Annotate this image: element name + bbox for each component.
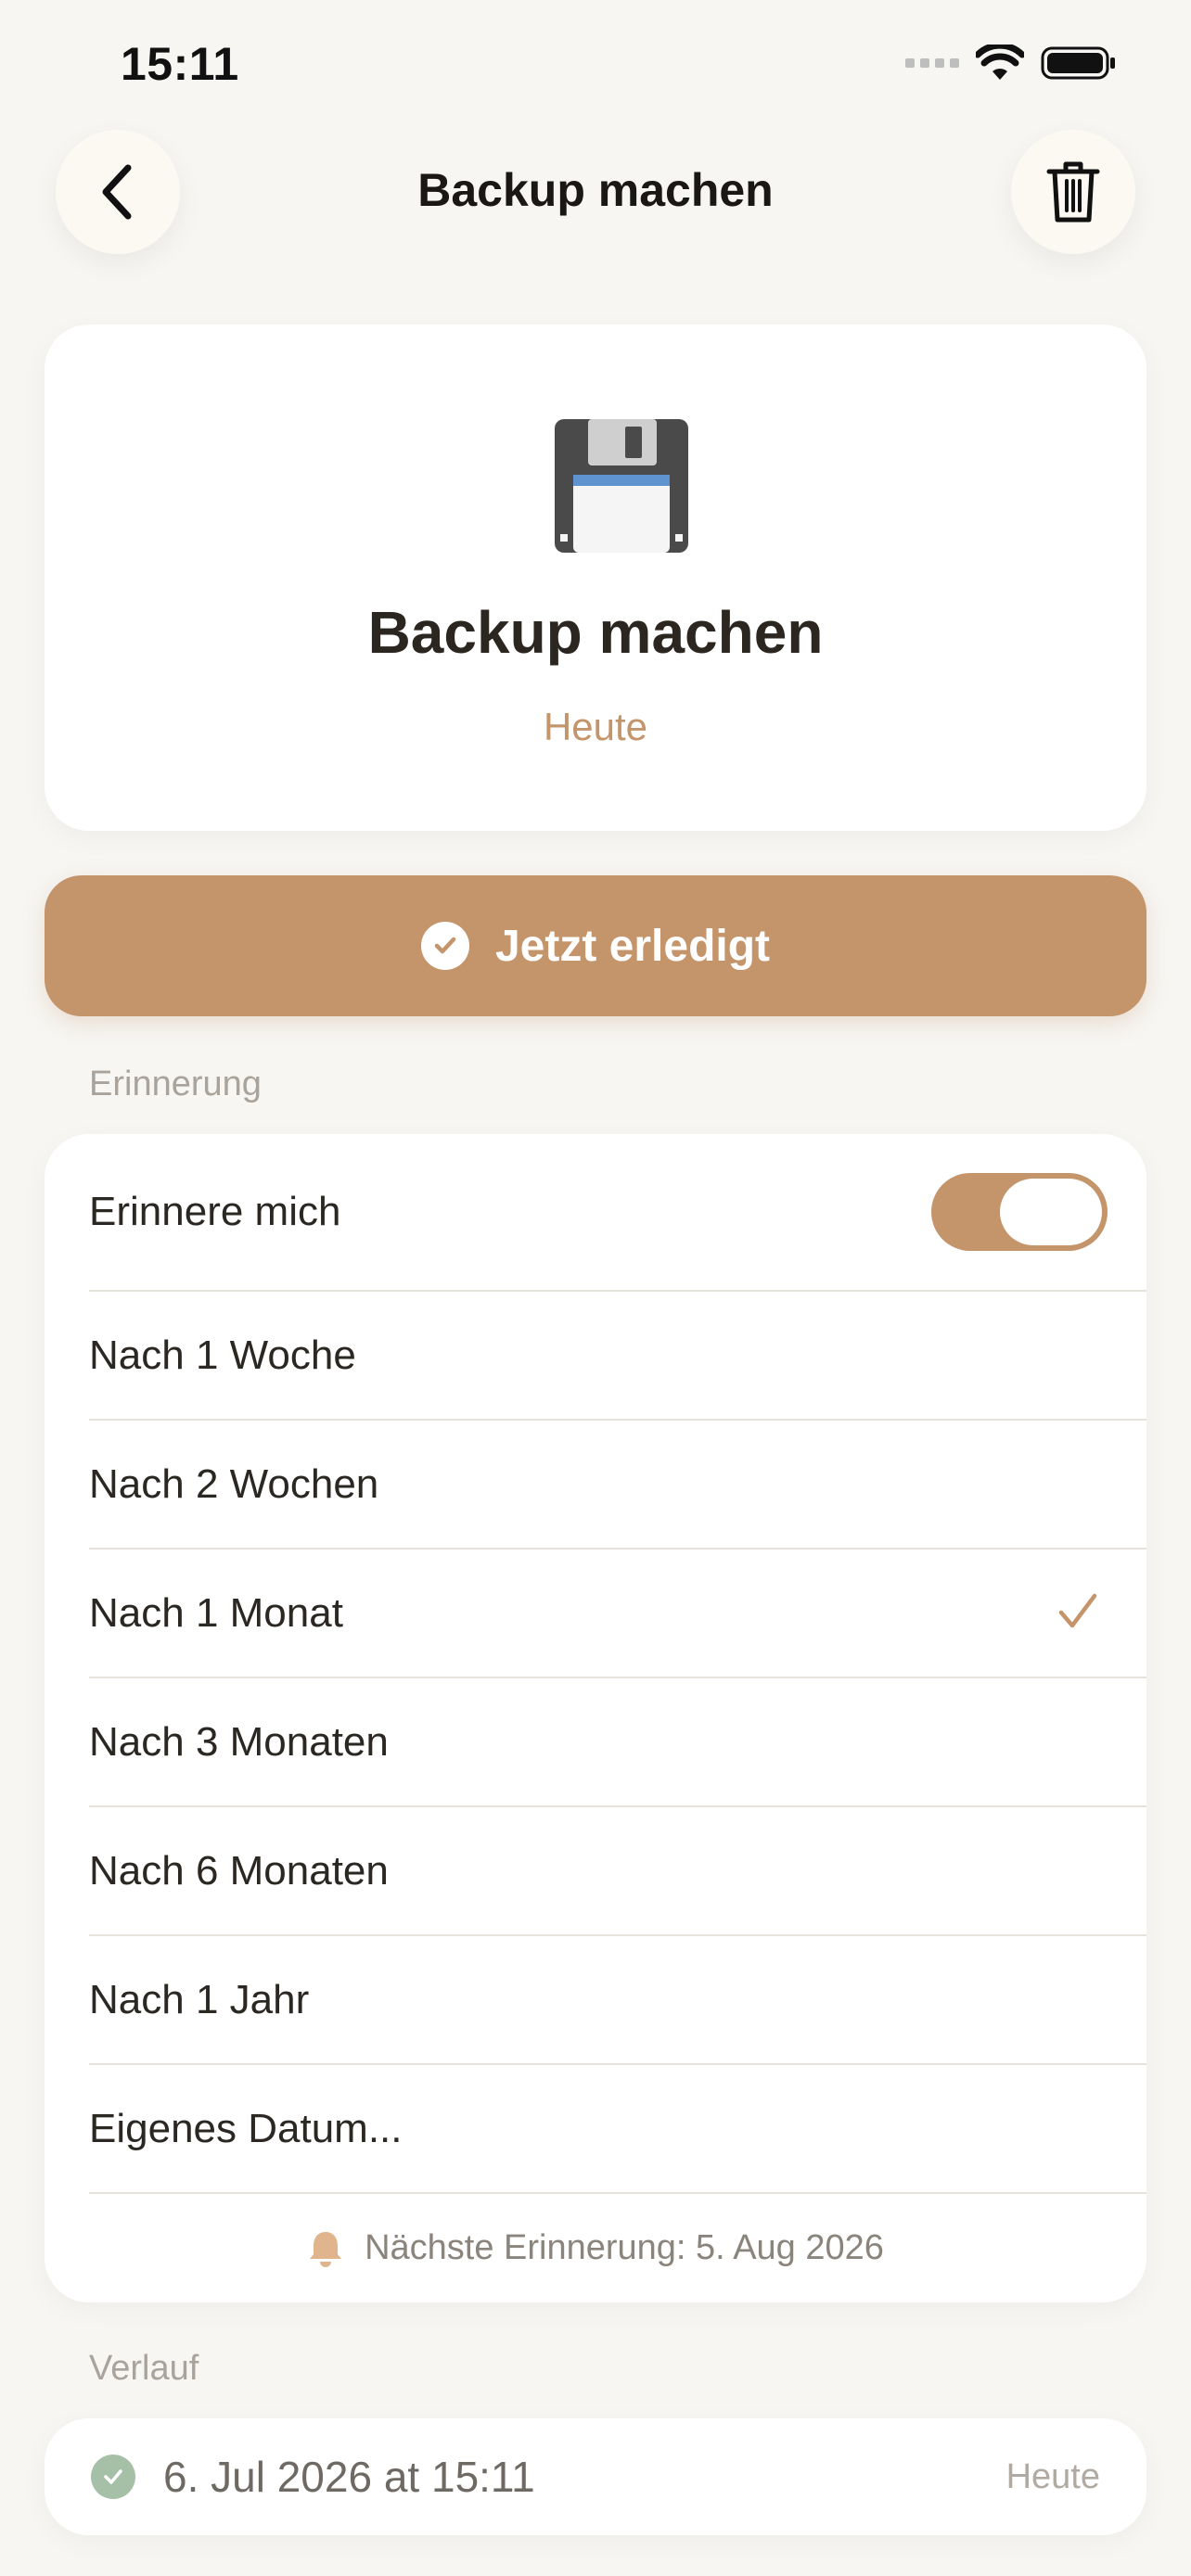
history-section-label: Verlauf bbox=[89, 2349, 199, 2388]
reminder-option-3-months[interactable]: Nach 3 Monaten bbox=[89, 1678, 1146, 1805]
delete-button[interactable] bbox=[1011, 130, 1135, 254]
next-reminder-text: Nächste Erinnerung: 5. Aug 2026 bbox=[365, 2228, 884, 2267]
reminder-option-label: Eigenes Datum... bbox=[89, 2105, 403, 2151]
reminder-option-label: Nach 3 Monaten bbox=[89, 1718, 389, 1765]
bell-icon bbox=[310, 2231, 342, 2267]
mark-done-label: Jetzt erledigt bbox=[494, 921, 771, 971]
wifi-icon bbox=[976, 45, 1024, 80]
checkmark-icon bbox=[1058, 1593, 1097, 1628]
completed-check-icon bbox=[91, 2455, 135, 2499]
cellular-signal-icon bbox=[905, 58, 959, 68]
reminder-option-label: Nach 1 Woche bbox=[89, 1332, 356, 1378]
history-entry-tag: Heute bbox=[1005, 2456, 1100, 2496]
next-reminder-info: Nächste Erinnerung: 5. Aug 2026 bbox=[45, 2194, 1146, 2302]
reminder-option-1-week[interactable]: Nach 1 Woche bbox=[89, 1292, 1146, 1419]
reminder-option-1-month[interactable]: Nach 1 Monat bbox=[89, 1549, 1146, 1677]
reminder-option-label: Nach 6 Monaten bbox=[89, 1847, 389, 1894]
reminder-option-label: Nach 1 Jahr bbox=[89, 1976, 310, 2022]
remind-me-label: Erinnere mich bbox=[89, 1189, 341, 1234]
screen: 15:11 Backup machen Backup machen Heute … bbox=[0, 0, 1191, 2576]
task-title: Backup machen bbox=[367, 599, 824, 666]
floppy-disk-icon bbox=[553, 417, 690, 559]
trash-icon bbox=[1046, 161, 1100, 223]
reminder-section-label: Erinnerung bbox=[89, 1065, 262, 1103]
status-icons bbox=[905, 45, 1117, 82]
reminder-option-6-months[interactable]: Nach 6 Monaten bbox=[89, 1807, 1146, 1934]
mark-done-button[interactable]: Jetzt erledigt bbox=[45, 875, 1146, 1016]
history-card: 6. Jul 2026 at 15:11 Heute bbox=[45, 2418, 1146, 2535]
status-time: 15:11 bbox=[121, 38, 239, 90]
reminder-option-1-year[interactable]: Nach 1 Jahr bbox=[89, 1936, 1146, 2063]
reminder-card: Erinnere mich Nach 1 Woche Nach 2 Wochen… bbox=[45, 1134, 1146, 2302]
battery-icon bbox=[1041, 46, 1115, 80]
history-entry-date: 6. Jul 2026 at 15:11 bbox=[163, 2453, 535, 2501]
toggle-knob bbox=[1000, 1179, 1102, 1245]
reminder-option-2-weeks[interactable]: Nach 2 Wochen bbox=[89, 1421, 1146, 1548]
reminder-option-custom-date[interactable]: Eigenes Datum... bbox=[89, 2065, 1146, 2192]
task-due-label: Heute bbox=[543, 705, 648, 748]
check-circle-icon bbox=[420, 922, 469, 970]
reminder-option-label: Nach 1 Monat bbox=[89, 1589, 343, 1636]
task-card bbox=[45, 325, 1146, 831]
remind-me-toggle[interactable] bbox=[931, 1173, 1108, 1251]
history-entry: 6. Jul 2026 at 15:11 Heute bbox=[91, 2418, 1100, 2535]
reminder-option-label: Nach 2 Wochen bbox=[89, 1460, 379, 1507]
